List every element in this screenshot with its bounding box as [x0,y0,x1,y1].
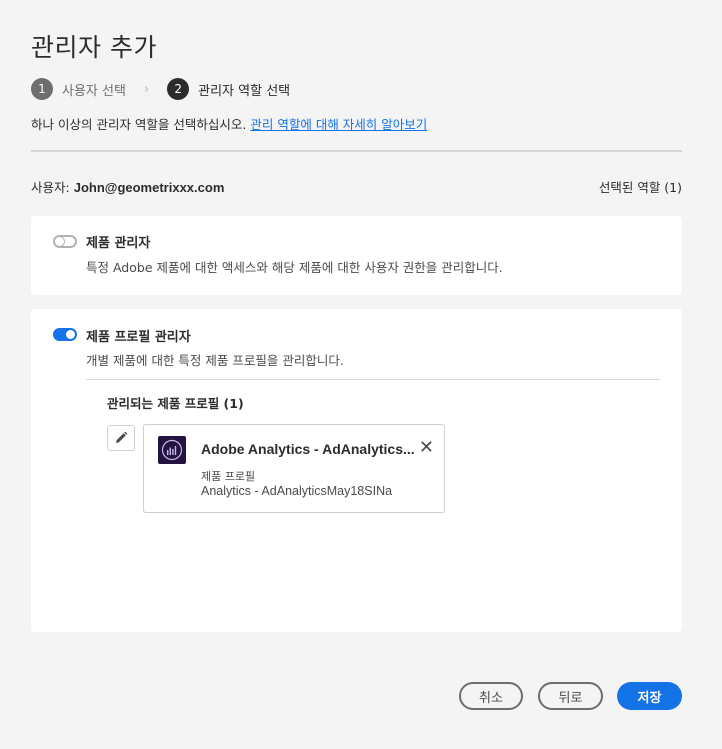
stepper: 1 사용자 선택 › 2 관리자 역할 선택 [31,78,290,100]
profile-type-label: 제품 프로필 [201,470,256,483]
product-profile-card: Adobe Analytics - AdAnalytics... ✕ 제품 프로… [143,424,445,513]
header-divider [31,150,682,152]
role-card-product-profile-admin: 제품 프로필 관리자 개별 제품에 대한 특정 제품 프로필을 관리합니다. 관… [31,309,682,632]
role-card-product-admin: 제품 관리자 특정 Adobe 제품에 대한 액세스와 해당 제품에 대한 사용… [31,216,682,295]
role-description: 개별 제품에 대한 특정 제품 프로필을 관리합니다. [86,353,344,368]
dialog-title: 관리자 추가 [31,33,157,62]
save-button[interactable]: 저장 [617,682,682,710]
managed-profiles-title: 관리되는 제품 프로필 (1) [107,396,244,411]
product-profile-admin-toggle[interactable] [53,328,77,341]
learn-more-link[interactable]: 관리 역할에 대해 자세히 알아보기 [250,117,427,132]
user-email: John@geometrixxx.com [73,180,225,195]
step-2-number: 2 [167,78,190,100]
role-title: 제품 프로필 관리자 [86,330,191,345]
chevron-right-icon: › [143,81,150,97]
adobe-analytics-icon [158,436,186,464]
user-label: 사용자: [31,180,70,195]
pencil-icon [116,431,128,443]
description: 하나 이상의 관리자 역할을 선택하십시오. 관리 역할에 대해 자세히 알아보기 [31,114,427,133]
product-admin-toggle[interactable] [53,235,77,248]
cancel-button[interactable]: 취소 [459,682,523,710]
selected-user: 사용자: John@geometrixxx.com [31,177,224,196]
step-1-label: 사용자 선택 [62,83,126,99]
section-divider [86,379,660,380]
step-1-number: 1 [31,78,53,100]
selected-roles-count: 선택된 역할 (1) [598,180,682,195]
profile-product-name: Adobe Analytics - AdAnalytics... [201,441,415,457]
remove-profile-close-icon[interactable]: ✕ [419,439,434,457]
back-button[interactable]: 뒤로 [538,682,603,710]
profile-name: Analytics - AdAnalyticsMay18SINa [201,484,393,498]
step-2-label: 관리자 역할 선택 [198,83,291,99]
role-description: 특정 Adobe 제품에 대한 액세스와 해당 제품에 대한 사용자 권한을 관… [86,260,503,275]
edit-profiles-button[interactable] [107,425,135,451]
role-title: 제품 관리자 [86,236,151,251]
description-text: 하나 이상의 관리자 역할을 선택하십시오. [31,117,247,132]
